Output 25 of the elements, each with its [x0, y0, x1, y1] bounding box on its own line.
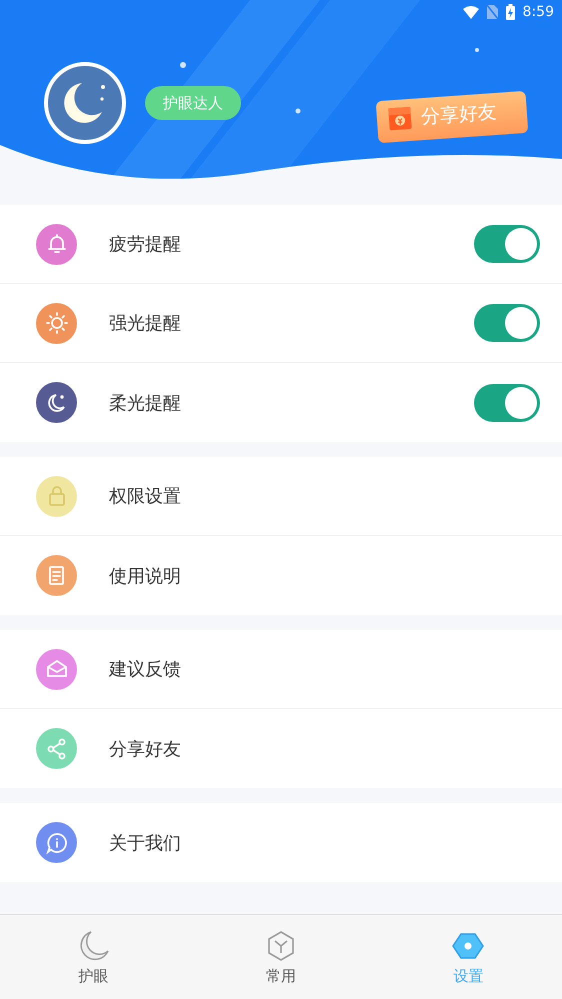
row-label: 强光提醒 — [109, 312, 182, 335]
settings-row[interactable]: 强光提醒 — [0, 284, 562, 363]
settings-row[interactable]: 疲劳提醒 — [0, 205, 562, 284]
wifi-icon — [462, 6, 479, 18]
settings-row[interactable]: 权限设置 — [0, 457, 562, 536]
nav-tab[interactable]: 常用 — [187, 915, 375, 999]
settings-row[interactable]: 柔光提醒 — [0, 363, 562, 442]
toggle-switch[interactable] — [474, 304, 540, 342]
settings-row[interactable]: 分享好友 — [0, 709, 562, 788]
toggle-switch[interactable] — [474, 225, 540, 263]
status-time: 8:59 — [522, 4, 554, 20]
settings-row[interactable]: 关于我们 — [0, 803, 562, 882]
settings-row[interactable]: 使用说明 — [0, 536, 562, 615]
row-label: 建议反馈 — [109, 658, 182, 681]
row-label: 关于我们 — [109, 832, 182, 854]
row-label: 柔光提醒 — [109, 392, 182, 414]
title-badge: 护眼达人 — [145, 86, 241, 120]
row-label: 分享好友 — [109, 738, 182, 760]
envelope-icon — [386, 104, 414, 132]
row-label: 疲劳提醒 — [109, 233, 182, 256]
row-label: 权限设置 — [109, 485, 182, 508]
toggle-switch[interactable] — [474, 384, 540, 422]
settings-row[interactable]: 建议反馈 — [0, 630, 562, 709]
nav-tab[interactable]: 护眼 — [0, 915, 188, 999]
row-label: 使用说明 — [109, 564, 182, 588]
